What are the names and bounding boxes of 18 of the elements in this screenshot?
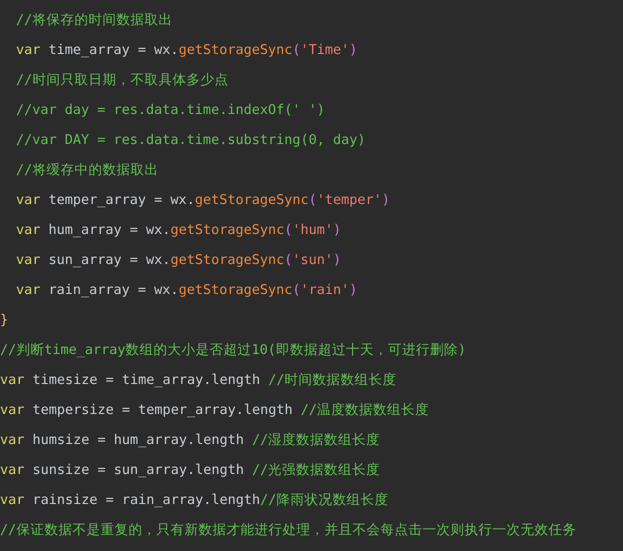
code-line: //var DAY = res.data.time.substring(0, day) [15, 131, 366, 150]
code-line: //判断time_array数组的大小是否超过10(即数据超过十天，可进行删除) [0, 341, 466, 360]
code-line: var sunsize = sun_array.length //光强数据数组长度 [0, 461, 380, 480]
code-line: var sun_array = wx.getStorageSync('sun') [15, 251, 342, 270]
code-line: var tempersize = temper_array.length //温度数据数组长度 [0, 401, 429, 420]
code-line: var rainsize = rain_array.length//降雨状况数组长度 [0, 491, 388, 510]
code-line: var timesize = time_array.length //时间数据数组长度 [0, 371, 396, 390]
code-line: //将保存的时间数据取出 [15, 11, 172, 30]
code-line: //将缓存中的数据取出 [15, 161, 158, 180]
code-line: var rain_array = wx.getStorageSync('rain') [15, 281, 358, 300]
code-line: //保证数据不是重复的，只有新数据才能进行处理，并且不会每点击一次则执行一次无效任务 [0, 521, 576, 540]
closing-brace: } [0, 311, 8, 330]
code-line: var time_array = wx.getStorageSync('Time') [15, 41, 358, 60]
code-line: var humsize = hum_array.length //湿度数据数组长度 [0, 431, 380, 450]
code-line: //var day = res.data.time.indexOf(' ') [15, 101, 325, 120]
code-line: //时间只取日期，不取具体多少点 [15, 71, 228, 90]
code-line: var temper_array = wx.getStorageSync('temper') [15, 191, 390, 210]
code-line: var hum_array = wx.getStorageSync('hum') [15, 221, 342, 240]
